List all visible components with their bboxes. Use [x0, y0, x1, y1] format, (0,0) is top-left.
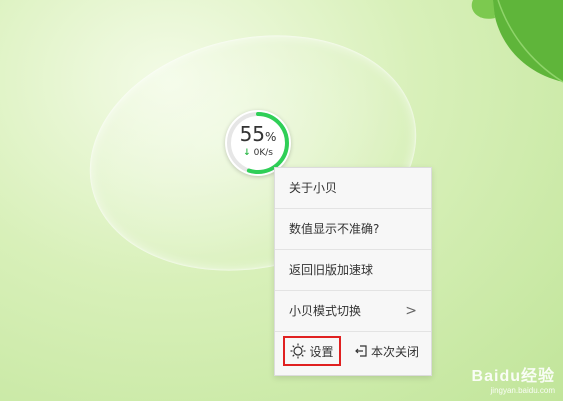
menu-item-label: 小贝模式切换: [289, 304, 362, 318]
settings-label: 设置: [309, 344, 334, 359]
menu-item-mode-switch[interactable]: 小贝模式切换 >: [275, 291, 431, 332]
close-once-label: 本次关闭: [371, 344, 420, 359]
menu-item-label: 返回旧版加速球: [289, 263, 374, 277]
menu-footer: 设置 本次关闭: [275, 332, 431, 376]
context-menu: 关于小贝 数值显示不准确? 返回旧版加速球 小贝模式切换 > 设置 本次关闭: [274, 167, 432, 376]
gear-icon: [290, 343, 306, 359]
watermark-sub: jingyan.baidu.com: [490, 386, 555, 395]
menu-item-inaccurate-value[interactable]: 数值显示不准确?: [275, 209, 431, 250]
menu-item-label: 关于小贝: [289, 181, 338, 195]
baidu-watermark: Baidu经验 jingyan.baidu.com: [472, 362, 555, 395]
percent-unit: %: [265, 130, 277, 144]
menu-item-about[interactable]: 关于小贝: [275, 168, 431, 209]
leaf-decoration: [471, 0, 563, 83]
speed-readout: ↓ 0K/s: [225, 148, 291, 158]
percent-value: 55: [239, 122, 266, 146]
menu-item-old-ball[interactable]: 返回旧版加速球: [275, 250, 431, 291]
settings-button[interactable]: 设置: [283, 336, 341, 366]
watermark-main: Baidu经验: [471, 368, 555, 385]
download-arrow-icon: ↓: [243, 148, 251, 158]
menu-item-label: 数值显示不准确?: [289, 222, 380, 236]
speed-value: 0K/s: [253, 148, 273, 158]
chevron-right-icon: >: [405, 303, 417, 319]
close-once-button[interactable]: 本次关闭: [355, 336, 419, 366]
percent-readout: 55%: [225, 122, 291, 146]
exit-icon: [355, 345, 367, 357]
